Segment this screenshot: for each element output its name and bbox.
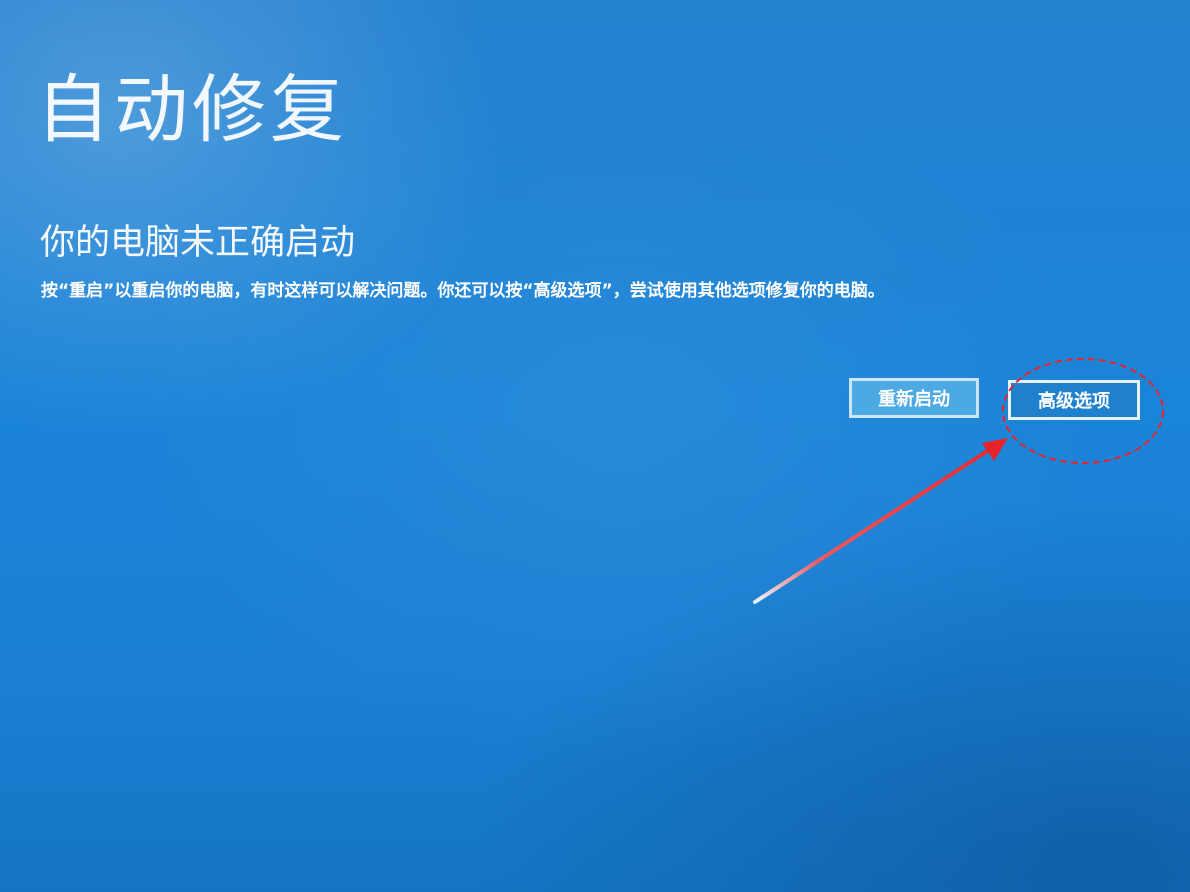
- advanced-options-button-label: 高级选项: [1038, 391, 1110, 412]
- restart-button-label: 重新启动: [878, 389, 950, 410]
- restart-button[interactable]: 重新启动: [849, 378, 979, 418]
- page-subtitle: 你的电脑未正确启动: [40, 223, 356, 263]
- page-title: 自动修复: [36, 67, 348, 153]
- description-text: 按“重启”以重启你的电脑，有时这样可以解决问题。你还可以按“高级选项”，尝试使用…: [41, 281, 885, 301]
- automatic-repair-screen: 自动修复 你的电脑未正确启动 按“重启”以重启你的电脑，有时这样可以解决问题。你…: [0, 0, 1190, 892]
- advanced-options-button[interactable]: 高级选项: [1008, 380, 1140, 420]
- arrow-icon: [753, 438, 1008, 604]
